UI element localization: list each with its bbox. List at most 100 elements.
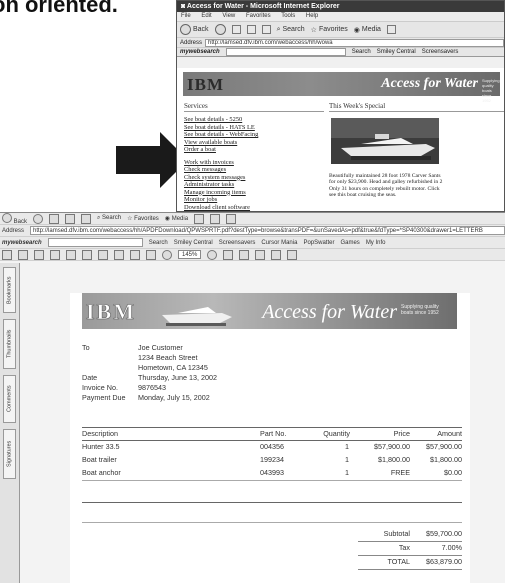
search-toolbar: mywebsearch Search Smiley Central Screen… [177, 47, 504, 57]
smiley-central-link[interactable]: Smiley Central [174, 240, 213, 246]
home-icon[interactable] [81, 213, 92, 224]
rotate-icon[interactable] [271, 249, 282, 260]
stop-icon[interactable] [231, 25, 241, 34]
site-banner: IBM Access for Water Supplying quality b… [183, 72, 500, 103]
service-link[interactable]: See boat details - WebFacing [184, 131, 324, 139]
to-label: To [82, 343, 90, 352]
fit-page-icon[interactable] [239, 249, 250, 260]
web-search-button[interactable]: Search [352, 49, 371, 55]
first-page-icon[interactable] [98, 249, 108, 260]
history-icon[interactable] [194, 213, 205, 224]
boat-photo[interactable] [331, 118, 439, 164]
service-link[interactable]: View available boats [184, 139, 324, 147]
history-icon[interactable] [386, 25, 396, 34]
media-button[interactable]: ◉ Media [165, 215, 188, 222]
table-bottom-rule [82, 502, 462, 503]
banner-title: Access for Water [381, 76, 478, 91]
favorites-button[interactable]: ☆ Favorites [311, 26, 348, 34]
menu-tools[interactable]: Tools [281, 13, 295, 19]
address-input[interactable]: http://lamsed.dfv.ibm.com/webaccess/hh/w… [205, 38, 504, 47]
help-icon[interactable] [287, 249, 298, 260]
menu-edit[interactable]: Edit [201, 13, 211, 19]
invoice-no-label: Invoice No. [82, 383, 118, 392]
stop-icon[interactable] [49, 213, 60, 224]
favorites-button[interactable]: ☆ Favorites [127, 215, 159, 222]
refresh-icon[interactable] [246, 25, 256, 34]
media-button[interactable]: ◉ Media [354, 26, 381, 34]
pdf-toolbar: 145% [0, 249, 505, 261]
admin-link[interactable]: Administrator tasks [184, 181, 324, 189]
email-icon[interactable] [34, 249, 44, 260]
find-icon[interactable] [50, 249, 60, 260]
menu-view[interactable]: View [222, 13, 235, 19]
slide-heading: on oriented. [0, 0, 118, 17]
star-icon: ☆ [310, 26, 317, 34]
back-arrow-icon [180, 24, 191, 35]
next-page-icon[interactable] [130, 249, 140, 260]
previous-page-icon[interactable] [114, 249, 124, 260]
zoom-out-icon[interactable] [162, 249, 172, 260]
games-link[interactable]: Games [340, 240, 359, 246]
menu-help[interactable]: Help [306, 13, 318, 19]
smiley-central-link[interactable]: Smiley Central [377, 49, 416, 55]
admin-link[interactable]: Work with invoices [184, 159, 324, 167]
my-info-link[interactable]: My Info [366, 240, 386, 246]
menu-file[interactable]: File [181, 13, 191, 19]
select-text-icon[interactable] [82, 249, 92, 260]
admin-link[interactable]: Check messages [184, 166, 324, 174]
admin-link[interactable]: Monitor jobs [184, 196, 324, 204]
address-bar: Address http://lamsed.dfv.ibm.com/webacc… [177, 37, 504, 47]
customer-street: 1234 Beach Street [138, 353, 198, 362]
service-link[interactable]: See boat details - 5250 [184, 116, 324, 124]
tab-thumbnails[interactable]: Thumbnails [3, 319, 16, 369]
special-column: This Week's Special Beautifully maintain… [329, 102, 504, 198]
navigation-toolbar: Back ⌕ Search ☆ Favorites ◉ Media [177, 21, 504, 37]
tab-bookmarks[interactable]: Bookmarks [3, 267, 16, 313]
invoice-banner: IBM Access for Water Supplying quality b… [82, 293, 457, 329]
window-title: ◙ Access for Water - Microsoft Internet … [177, 1, 504, 12]
banner-tagline: Supplying quality boats since 1952 [482, 78, 500, 103]
web-search-input[interactable] [47, 238, 143, 247]
tab-comments[interactable]: Comments [3, 375, 16, 423]
tab-signatures[interactable]: Signatures [3, 429, 16, 479]
forward-button[interactable] [214, 24, 226, 35]
zoom-level[interactable]: 145% [178, 250, 202, 259]
navigation-toolbar: Back ⌕ Search ☆ Favorites ◉ Media [0, 213, 505, 225]
web-search-button[interactable]: Search [149, 240, 168, 246]
total-row: TOTAL $63,879.00 [387, 557, 463, 566]
service-link[interactable]: See boat details - HATS LE [184, 124, 324, 132]
invoice-date: Thursday, June 13, 2002 [138, 373, 217, 382]
cursor-mania-link[interactable]: Cursor Mania [261, 240, 297, 246]
home-icon[interactable] [261, 25, 271, 34]
actual-size-icon[interactable] [223, 249, 234, 260]
admin-link[interactable]: Download client software [184, 204, 324, 212]
search-button[interactable]: ⌕ Search [277, 26, 305, 34]
popswatter-link[interactable]: PopSwatter [303, 240, 334, 246]
refresh-icon[interactable] [65, 213, 76, 224]
service-link[interactable]: Order a boat [184, 146, 324, 154]
screensavers-link[interactable]: Screensavers [422, 49, 459, 55]
tax-row: Tax 7.00% [398, 543, 462, 552]
zoom-in-icon[interactable] [207, 249, 218, 260]
print-icon[interactable] [18, 249, 28, 260]
hand-tool-icon[interactable] [66, 249, 76, 260]
admin-link[interactable]: Manage incoming items [184, 189, 324, 197]
subtotal-row: Subtotal $59,700.00 [383, 529, 462, 538]
print-icon[interactable] [226, 213, 237, 224]
web-search-input[interactable] [225, 48, 346, 56]
fit-width-icon[interactable] [255, 249, 266, 260]
last-page-icon[interactable] [146, 249, 156, 260]
payment-due-date: Monday, July 15, 2002 [138, 393, 210, 402]
forward-button[interactable] [33, 213, 44, 224]
menu-favorites[interactable]: Favorites [246, 13, 271, 19]
mail-icon[interactable] [210, 213, 221, 224]
address-input[interactable]: http://lamsed.dfv.ibm.com/webaccess/hh/A… [30, 226, 505, 235]
admin-link[interactable]: Check system messages [184, 174, 324, 182]
save-icon[interactable] [2, 249, 12, 260]
back-button[interactable]: Back [2, 213, 27, 225]
search-button[interactable]: ⌕ Search [97, 215, 121, 222]
screensavers-link[interactable]: Screensavers [219, 240, 256, 246]
invoice-number: 9876543 [138, 383, 166, 392]
address-bar: Address http://lamsed.dfv.ibm.com/webacc… [0, 225, 505, 237]
back-button[interactable]: Back [180, 24, 209, 35]
